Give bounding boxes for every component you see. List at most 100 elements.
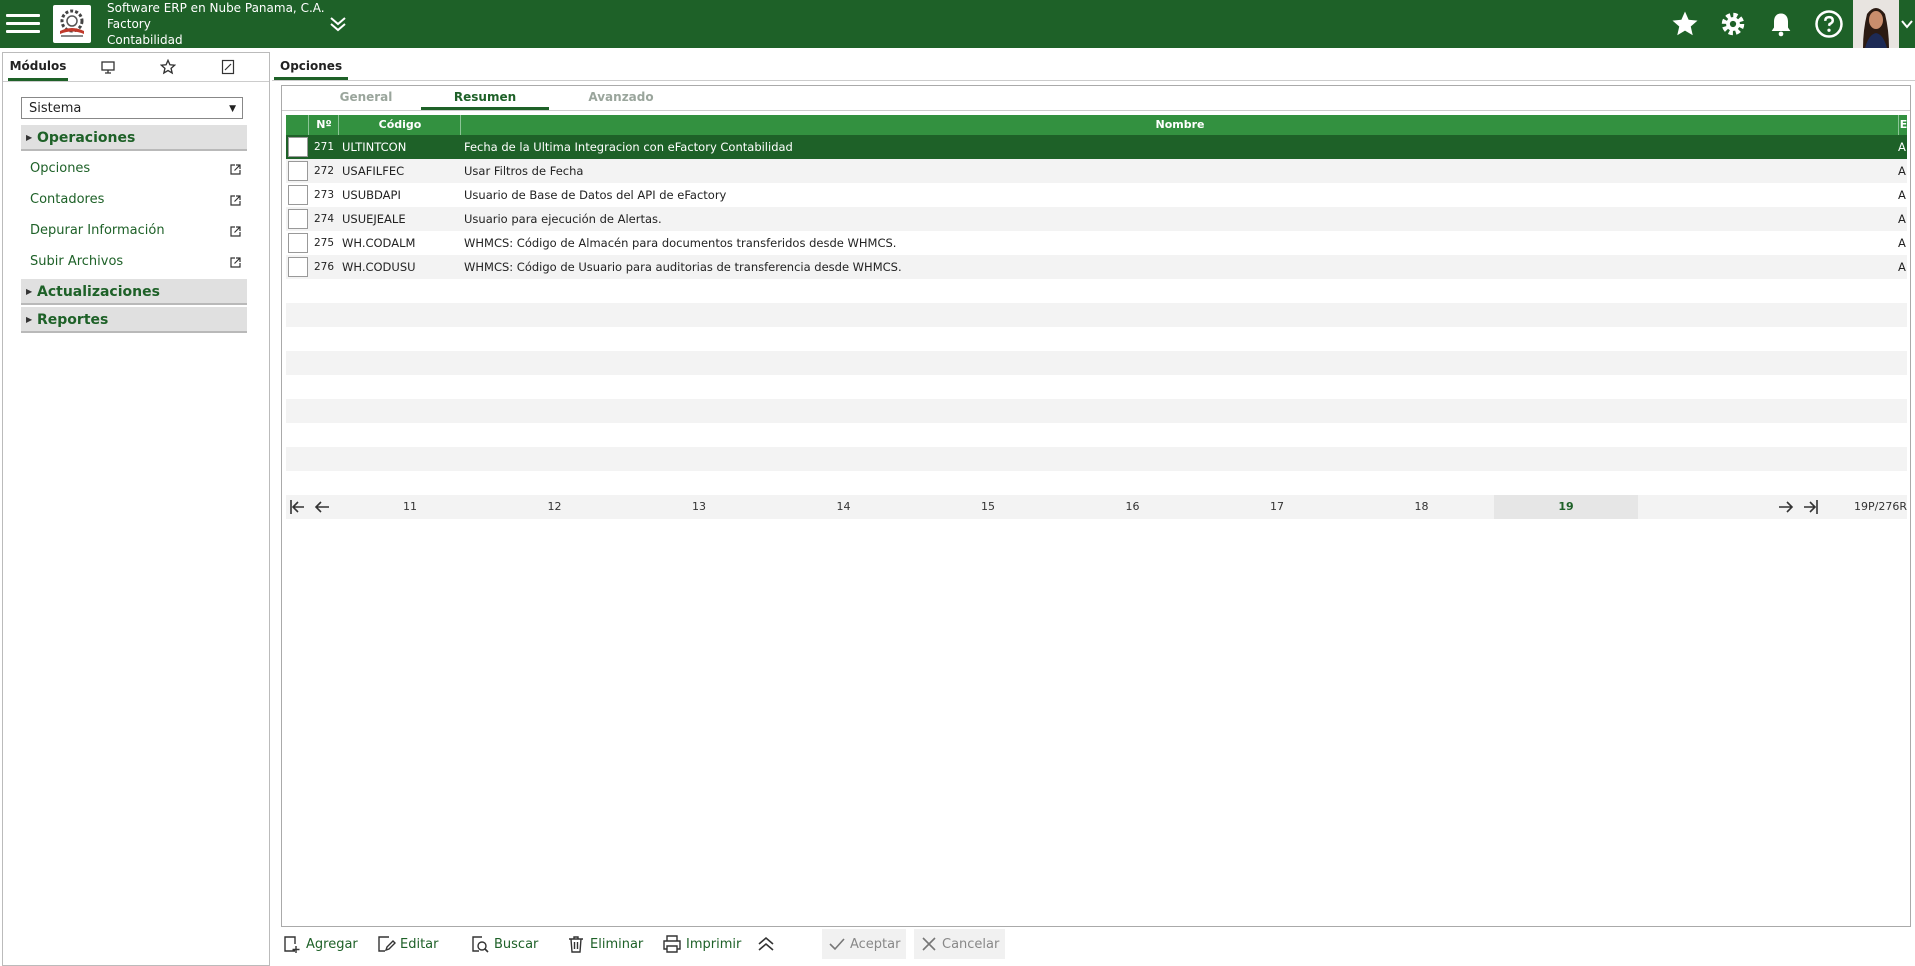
triangle-right-icon: ▶ [26, 133, 33, 142]
pager: 11 12 13 14 15 16 17 18 19 19P/276R [286, 495, 1907, 519]
table-row[interactable]: 274 USUEJEALE Usuario para ejecución de Al… [286, 207, 1907, 231]
delete-button[interactable]: Eliminar [566, 929, 643, 959]
section-actualizaciones[interactable]: ▶ Actualizaciones [21, 279, 247, 305]
header-name[interactable]: Nombre [460, 115, 1899, 135]
module-select[interactable]: Sistema ▼ [21, 97, 243, 119]
header-code[interactable]: Código [338, 115, 461, 135]
table-row[interactable]: 271 ULTINTCON Fecha de la Ultima Integraci… [286, 135, 1907, 159]
page-link[interactable]: 16 [1061, 495, 1205, 519]
external-link-icon [229, 255, 242, 277]
triangle-right-icon: ▶ [26, 315, 33, 324]
last-page-icon[interactable] [1800, 497, 1820, 517]
page-link[interactable]: 17 [1205, 495, 1349, 519]
table-row[interactable]: 276 WH.CODUSU WHMCS: Código de Usuario par… [286, 255, 1907, 279]
row-status: A [1898, 260, 1906, 274]
sidebar-item-label: Contadores [30, 192, 105, 207]
row-checkbox[interactable] [288, 161, 308, 181]
row-name: Usuario para ejecución de Alertas. [464, 212, 662, 226]
header-e[interactable]: E [1898, 115, 1908, 135]
first-page-icon[interactable] [288, 497, 308, 517]
favorites-star-icon[interactable] [138, 53, 198, 81]
row-name: Fecha de la Ultima Integracion con eFact… [464, 140, 793, 154]
section-operaciones[interactable]: ▶ Operaciones [21, 125, 247, 151]
main-panel: Opciones General Resumen Avanzado Nº Cód… [272, 52, 1915, 964]
row-code: WH.CODUSU [342, 260, 416, 274]
module-select-value: Sistema [29, 101, 82, 116]
sidebar-item-subir-archivos[interactable]: Subir Archivos [30, 251, 242, 273]
notes-icon[interactable] [198, 53, 258, 81]
row-number: 272 [313, 165, 335, 177]
header-number[interactable]: Nº [308, 115, 339, 135]
sidebar-item-opciones[interactable]: Opciones [30, 158, 242, 180]
page-link[interactable]: 19 [1494, 495, 1638, 519]
module-name: Contabilidad [107, 33, 183, 47]
empty-row [286, 351, 1907, 375]
next-page-icon[interactable] [1776, 497, 1796, 517]
row-checkbox[interactable] [288, 185, 308, 205]
double-chevron-up-icon [758, 936, 774, 951]
bell-icon[interactable] [1757, 0, 1805, 48]
row-code: ULTINTCON [342, 140, 407, 154]
tab-resumen[interactable]: Resumen [421, 86, 549, 110]
chevron-down-icon[interactable] [1899, 0, 1915, 48]
row-status: A [1898, 164, 1906, 178]
monitor-icon[interactable] [78, 53, 138, 81]
cancel-button[interactable]: Cancelar [914, 929, 1006, 959]
row-status: A [1898, 188, 1906, 202]
caret-down-icon: ▼ [229, 104, 236, 114]
row-checkbox[interactable] [288, 257, 308, 277]
tab-modules[interactable]: Módulos [8, 53, 68, 81]
tab-avanzado[interactable]: Avanzado [557, 86, 685, 110]
help-icon[interactable] [1805, 0, 1853, 48]
empty-row [286, 375, 1907, 399]
double-chevron-down-icon[interactable] [326, 12, 350, 36]
page-link[interactable]: 14 [772, 495, 916, 519]
menu-icon[interactable] [6, 9, 40, 39]
collapse-button[interactable] [756, 929, 780, 959]
row-status: A [1898, 212, 1906, 226]
tab-opciones[interactable]: Opciones [274, 52, 349, 80]
row-number: 273 [313, 189, 335, 201]
page-link[interactable]: 18 [1350, 495, 1494, 519]
sidebar-item-label: Subir Archivos [30, 254, 124, 269]
company-logo [53, 5, 91, 43]
star-icon[interactable] [1661, 0, 1709, 48]
edit-button[interactable]: Editar [376, 929, 439, 959]
row-checkbox[interactable] [288, 233, 308, 253]
prev-page-icon[interactable] [312, 497, 332, 517]
company-name: Software ERP en Nube Panama, C.A. [107, 1, 325, 15]
sidebar-item-contadores[interactable]: Contadores [30, 189, 242, 211]
search-button[interactable]: Buscar [470, 929, 538, 959]
row-code: USUEJEALE [342, 212, 406, 226]
printer-icon [663, 935, 681, 953]
top-bar: Software ERP en Nube Panama, C.A. Factor… [0, 0, 1915, 48]
gear-icon[interactable] [1709, 0, 1757, 48]
empty-row [286, 471, 1907, 495]
section-label: Reportes [37, 312, 109, 328]
action-bar: Agregar Editar Buscar Eliminar Imprimir … [282, 929, 1912, 959]
page-link[interactable]: 13 [627, 495, 771, 519]
accept-label: Aceptar [850, 936, 901, 952]
page-link[interactable]: 15 [916, 495, 1060, 519]
sidebar-item-label: Depurar Información [30, 223, 165, 238]
page-link[interactable]: 11 [338, 495, 482, 519]
row-checkbox[interactable] [288, 137, 308, 157]
table-row[interactable]: 275 WH.CODALM WHMCS: Código de Almacén par… [286, 231, 1907, 255]
tab-general[interactable]: General [302, 86, 430, 110]
table-row[interactable]: 272 USAFILFEC Usar Filtros de Fecha A [286, 159, 1907, 183]
sidebar-item-depurar[interactable]: Depurar Información [30, 220, 242, 242]
add-button[interactable]: Agregar [282, 929, 358, 959]
table-row[interactable]: 273 USUBDAPI Usuario de Base de Datos del … [286, 183, 1907, 207]
avatar[interactable] [1853, 0, 1899, 48]
external-link-icon [229, 162, 242, 184]
add-label: Agregar [306, 936, 358, 952]
section-reportes[interactable]: ▶ Reportes [21, 307, 247, 333]
close-icon [922, 937, 936, 951]
accept-button[interactable]: Aceptar [822, 929, 907, 959]
print-button[interactable]: Imprimir [662, 929, 741, 959]
row-checkbox[interactable] [288, 209, 308, 229]
empty-row [286, 423, 1907, 447]
external-link-icon [229, 224, 242, 246]
triangle-right-icon: ▶ [26, 287, 33, 296]
page-link[interactable]: 12 [483, 495, 627, 519]
